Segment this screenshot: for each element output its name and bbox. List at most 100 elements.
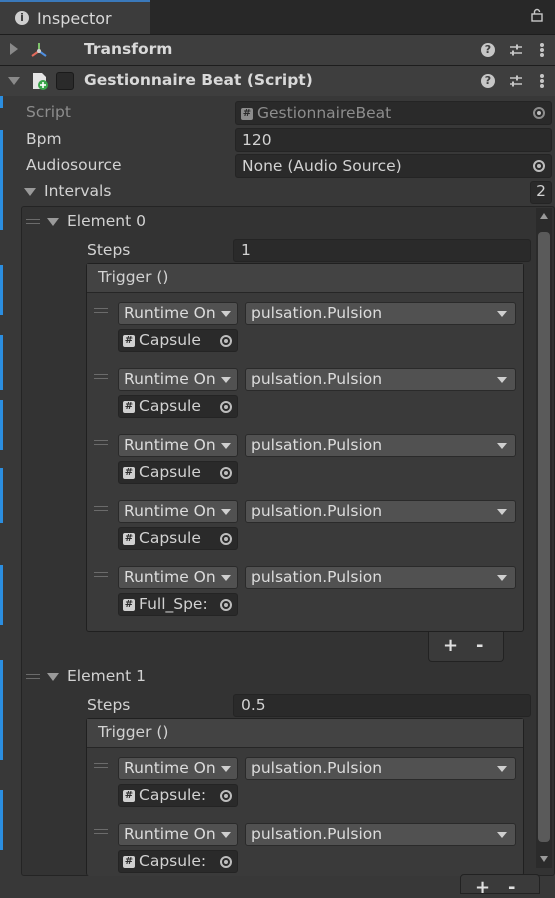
inspector-tabbar: i Inspector (0, 0, 555, 34)
runtime-mode-dropdown[interactable]: Runtime On (118, 500, 238, 523)
script-field[interactable]: # GestionnaireBeat (235, 101, 552, 125)
function-dropdown[interactable]: pulsation.Pulsion (245, 566, 516, 589)
script-icon (33, 73, 48, 90)
drag-handle-icon[interactable] (94, 763, 108, 768)
function-dropdown[interactable]: pulsation.Pulsion (245, 757, 516, 780)
scroll-up-icon[interactable] (540, 213, 548, 219)
bpm-input[interactable]: 120 (235, 128, 552, 152)
function-dropdown[interactable]: pulsation.Pulsion (245, 368, 516, 391)
drag-handle-icon[interactable] (94, 829, 108, 834)
drag-handle-icon[interactable] (94, 440, 108, 445)
script-hash-icon: # (123, 855, 135, 868)
runtime-mode-dropdown[interactable]: Runtime On (118, 434, 238, 457)
object-picker-icon[interactable] (220, 401, 232, 413)
element-label: Element 1 (67, 667, 146, 685)
scroll-down-icon[interactable] (540, 856, 548, 862)
object-picker-icon[interactable] (220, 856, 232, 868)
foldout-arrow-icon[interactable] (8, 77, 20, 85)
audiosource-field[interactable]: None (Audio Source) (235, 154, 552, 178)
foldout-arrow-icon[interactable] (10, 43, 18, 55)
selection-stripe (0, 335, 3, 390)
scrollbar[interactable] (536, 208, 552, 868)
object-field[interactable]: # Capsule: (118, 850, 238, 873)
runtime-mode-dropdown[interactable]: Runtime On (118, 368, 238, 391)
help-icon[interactable]: ? (481, 43, 495, 57)
remove-element-button[interactable]: - (508, 877, 515, 898)
mode-label: Runtime On (124, 502, 216, 520)
help-icon[interactable]: ? (481, 74, 495, 88)
caret-down-icon (497, 575, 507, 581)
more-menu-icon[interactable] (540, 74, 544, 88)
selection-stripe (0, 565, 3, 625)
object-picker-icon[interactable] (220, 790, 232, 802)
caret-down-icon (221, 766, 231, 772)
object-label: Capsule (139, 397, 201, 415)
caret-down-icon (221, 377, 231, 383)
object-field[interactable]: # Capsule (118, 527, 238, 550)
event-add-remove-footer: + - (428, 632, 504, 662)
remove-listener-button[interactable]: - (476, 635, 483, 656)
element-foldout-icon[interactable] (47, 673, 59, 681)
drag-handle-icon[interactable] (94, 572, 108, 577)
element-foldout-icon[interactable] (47, 218, 59, 226)
mode-label: Runtime On (124, 436, 216, 454)
function-dropdown[interactable]: pulsation.Pulsion (245, 302, 516, 325)
more-menu-icon[interactable] (540, 43, 544, 57)
script-label: Script (26, 103, 71, 121)
preset-sliders-icon[interactable] (508, 42, 524, 58)
runtime-mode-dropdown[interactable]: Runtime On (118, 302, 238, 325)
runtime-mode-dropdown[interactable]: Runtime On (118, 566, 238, 589)
object-field[interactable]: # Capsule (118, 461, 238, 484)
transform-header[interactable]: Transform ? (0, 34, 555, 65)
add-listener-button[interactable]: + (443, 635, 458, 656)
script-hash-icon: # (123, 532, 135, 545)
object-picker-icon[interactable] (220, 467, 232, 479)
mode-label: Runtime On (124, 568, 216, 586)
drag-handle-icon[interactable] (94, 506, 108, 511)
intervals-foldout-icon[interactable] (24, 188, 36, 196)
selection-stripe (0, 130, 3, 230)
function-dropdown[interactable]: pulsation.Pulsion (245, 823, 516, 846)
component-title: Transform (84, 40, 173, 58)
runtime-mode-dropdown[interactable]: Runtime On (118, 757, 238, 780)
drag-handle-icon[interactable] (94, 374, 108, 379)
object-picker-icon[interactable] (220, 533, 232, 545)
caret-down-icon (221, 311, 231, 317)
caret-down-icon (497, 766, 507, 772)
object-label: Full_Spe: (139, 595, 208, 613)
object-field[interactable]: # Full_Spe: (118, 593, 238, 616)
runtime-mode-dropdown[interactable]: Runtime On (118, 823, 238, 846)
object-picker-icon[interactable] (533, 107, 545, 119)
object-label: Capsule: (139, 852, 207, 870)
drag-handle-icon[interactable] (26, 674, 40, 679)
object-field[interactable]: # Capsule: (118, 784, 238, 807)
lock-icon[interactable] (531, 8, 543, 22)
intervals-size-input[interactable]: 2 (530, 181, 552, 204)
caret-down-icon (497, 509, 507, 515)
steps-label: Steps (87, 696, 131, 714)
selection-stripe (0, 660, 3, 760)
function-dropdown[interactable]: pulsation.Pulsion (245, 434, 516, 457)
steps-input[interactable]: 1 (233, 239, 531, 262)
function-label: pulsation.Pulsion (251, 825, 383, 843)
function-label: pulsation.Pulsion (251, 436, 383, 454)
object-picker-icon[interactable] (220, 599, 232, 611)
steps-label: Steps (87, 241, 131, 259)
steps-input[interactable]: 0.5 (233, 694, 531, 717)
event-title: Trigger () (98, 268, 169, 286)
function-dropdown[interactable]: pulsation.Pulsion (245, 500, 516, 523)
object-picker-icon[interactable] (220, 335, 232, 347)
inspector-tab[interactable]: i Inspector (0, 0, 150, 34)
object-field[interactable]: # Capsule (118, 329, 238, 352)
enabled-checkbox[interactable] (56, 72, 74, 90)
preset-sliders-icon[interactable] (508, 73, 524, 89)
script-component-header[interactable]: Gestionnaire Beat (Script) ? (0, 65, 555, 96)
scroll-thumb[interactable] (538, 232, 550, 842)
function-label: pulsation.Pulsion (251, 304, 383, 322)
drag-handle-icon[interactable] (94, 308, 108, 313)
add-element-button[interactable]: + (475, 877, 490, 898)
object-field[interactable]: # Capsule (118, 395, 238, 418)
drag-handle-icon[interactable] (26, 219, 40, 224)
mode-label: Runtime On (124, 825, 216, 843)
object-picker-icon[interactable] (533, 160, 545, 172)
